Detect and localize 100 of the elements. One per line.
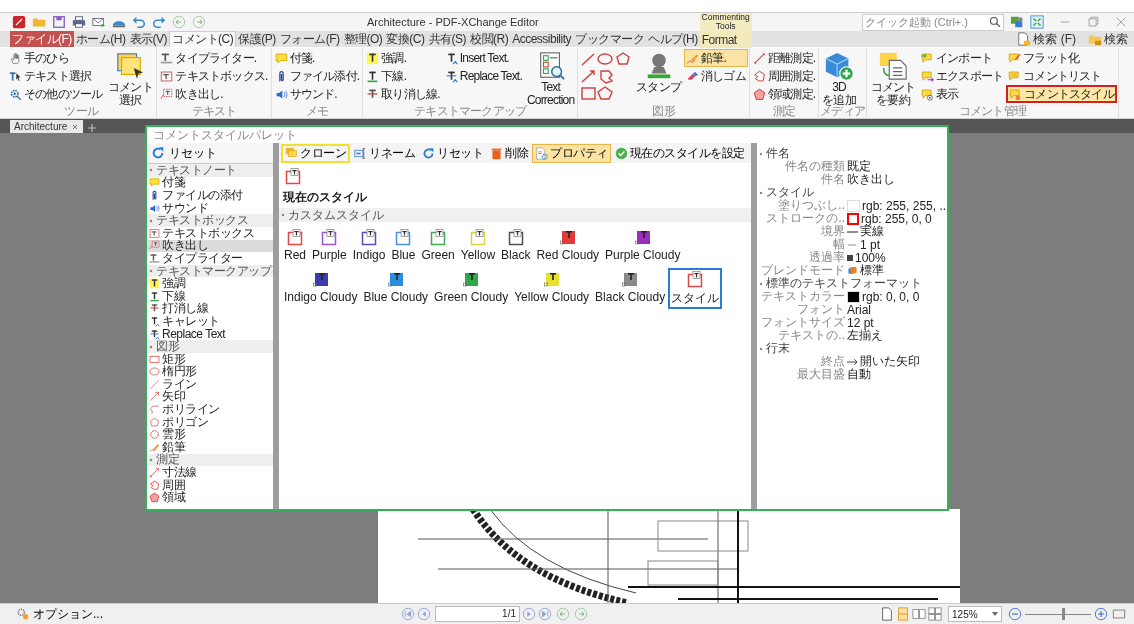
toolbar-button[interactable]: リセット xyxy=(419,143,486,163)
menu-tab[interactable]: フォーム(F) xyxy=(277,31,342,47)
redo-icon[interactable] xyxy=(152,15,166,29)
style-item[interactable]: Indigo xyxy=(349,226,389,264)
facing-continuous-icon[interactable] xyxy=(928,607,942,621)
save-icon[interactable] xyxy=(52,15,66,29)
maximize-icon[interactable] xyxy=(1086,15,1100,29)
tree-item[interactable]: 矩形 xyxy=(147,352,273,366)
menu-tab[interactable]: 校閲(R) xyxy=(468,31,511,47)
ribbon-button[interactable]: 距離測定. xyxy=(750,49,818,67)
ribbon-button[interactable]: コメント選択 xyxy=(105,49,156,105)
property-section-header[interactable]: スタイル xyxy=(757,186,947,199)
style-item[interactable]: Black Cloudy xyxy=(592,268,669,309)
style-item[interactable]: Yellow Cloudy xyxy=(511,268,593,309)
menu-tab[interactable]: Format xyxy=(699,32,752,48)
style-item[interactable]: Yellow xyxy=(457,226,499,264)
ribbon-button[interactable]: タイプライター. xyxy=(158,49,270,67)
style-item[interactable]: スタイル xyxy=(668,268,723,309)
tree-item[interactable]: タイプライター xyxy=(147,252,273,265)
tree-item[interactable]: 強調 xyxy=(147,277,273,290)
print-icon[interactable] xyxy=(72,15,86,29)
ribbon-button[interactable]: テキストボックス. xyxy=(158,67,270,85)
menu-tab[interactable]: Accessibility xyxy=(510,31,574,47)
tree-item[interactable]: 吹き出し xyxy=(147,239,273,253)
options-button[interactable]: オプション... xyxy=(10,604,109,624)
back-icon[interactable] xyxy=(172,15,186,29)
expander-icon[interactable] xyxy=(281,213,285,217)
ribbon-button[interactable]: インポート xyxy=(919,49,1006,67)
page-number-field[interactable]: 1/1 xyxy=(435,606,520,622)
tree-item[interactable]: 楕円形 xyxy=(147,365,273,379)
search-button[interactable]: 検索 (F) xyxy=(1011,31,1082,47)
ribbon-button[interactable]: 領域測定. xyxy=(750,85,818,103)
panel-icon[interactable] xyxy=(1112,607,1126,621)
tree-item[interactable]: 下線 xyxy=(147,289,273,303)
ribbon-button[interactable]: 3D を追加 xyxy=(820,49,858,105)
ribbon-button[interactable]: エクスポート xyxy=(919,67,1006,85)
prev-page-icon[interactable] xyxy=(417,607,431,621)
facing-pages-icon[interactable] xyxy=(912,607,926,621)
single-page-icon[interactable] xyxy=(880,607,894,621)
color-swatch[interactable] xyxy=(847,212,859,225)
app-logo-icon[interactable] xyxy=(12,15,26,29)
toolbar-button[interactable]: リネーム xyxy=(351,143,418,163)
ribbon-button[interactable]: 周囲測定. xyxy=(750,67,818,85)
search-button[interactable]: 検索 xyxy=(1082,31,1134,47)
undo-icon[interactable] xyxy=(132,15,146,29)
tree-item[interactable]: 打消し線 xyxy=(147,302,273,316)
toolbar-button[interactable]: プロパティ xyxy=(532,143,611,163)
ribbon-button[interactable]: フラット化 xyxy=(1006,49,1117,67)
style-item[interactable]: Blue xyxy=(388,226,419,264)
tree-item[interactable]: 寸法線 xyxy=(147,466,273,479)
close-icon[interactable] xyxy=(1114,15,1128,29)
style-item[interactable]: Red xyxy=(281,226,309,264)
style-item[interactable]: Green xyxy=(418,226,458,264)
ribbon-button[interactable]: 消しゴム xyxy=(684,67,748,85)
tree-item[interactable]: 領域 xyxy=(147,491,273,505)
ribbon-button[interactable]: 強調. xyxy=(364,49,442,67)
property-section-header[interactable]: 標準のテキストフォーマット xyxy=(757,277,947,290)
quick-launch-field[interactable]: クイック起動 (Ctrl+.) xyxy=(862,13,1004,31)
menu-tab[interactable]: ヘルプ(H) xyxy=(646,31,700,47)
tree-section-header[interactable]: 測定 xyxy=(147,453,273,467)
zoom-in-icon[interactable] xyxy=(1094,607,1108,621)
theme-icon[interactable] xyxy=(1010,15,1024,29)
last-page-icon[interactable] xyxy=(538,607,552,621)
add-tab-icon[interactable] xyxy=(87,123,98,133)
tree-item[interactable]: ポリライン xyxy=(147,403,273,416)
property-section-header[interactable]: 件名 xyxy=(757,147,947,160)
close-icon[interactable] xyxy=(71,122,80,131)
zoom-out-icon[interactable] xyxy=(1008,607,1022,621)
continuous-pages-icon[interactable] xyxy=(896,607,910,621)
tree-item[interactable]: 付箋 xyxy=(147,176,273,190)
document-tab[interactable]: Architecture xyxy=(10,120,84,133)
tree-item[interactable]: テキストボックス xyxy=(147,226,273,240)
ribbon-button[interactable]: コメントスタイル xyxy=(1006,85,1117,103)
first-page-icon[interactable] xyxy=(401,607,415,621)
ribbon-button[interactable]: その他のツール xyxy=(7,85,105,103)
mail-icon[interactable] xyxy=(92,15,106,29)
toolbar-button[interactable]: 削除 xyxy=(487,143,531,163)
menu-tab[interactable]: ブックマーク xyxy=(573,31,647,47)
ribbon-button[interactable]: サウンド. xyxy=(272,85,362,103)
style-item[interactable]: Black xyxy=(498,226,534,264)
property-section-header[interactable]: 行末 xyxy=(757,342,947,355)
ribbon-button[interactable]: 表示 xyxy=(919,85,1006,103)
ribbon-button[interactable]: ファイル添付. xyxy=(272,67,362,85)
next-page-icon[interactable] xyxy=(522,607,536,621)
style-icon[interactable] xyxy=(283,167,303,185)
ribbon-button[interactable]: Text Correction xyxy=(524,49,577,105)
style-item[interactable]: Purple Cloudy xyxy=(602,226,684,264)
style-item[interactable]: Purple xyxy=(309,226,350,264)
menu-tab[interactable]: ホーム(H) xyxy=(73,31,128,47)
menu-tab[interactable]: 共有(S) xyxy=(426,31,468,47)
toolbar-button[interactable]: 現在のスタイルを設定 xyxy=(611,143,748,163)
menu-tab[interactable]: 整理(O) xyxy=(341,31,385,47)
fullscreen-icon[interactable] xyxy=(1030,15,1044,29)
forward-icon[interactable] xyxy=(192,15,206,29)
tree-item[interactable]: 鉛筆 xyxy=(147,441,273,454)
slider-thumb[interactable] xyxy=(1061,608,1065,620)
ribbon-button[interactable]: 付箋. xyxy=(272,49,362,67)
tree-item[interactable]: キャレット xyxy=(147,315,273,328)
menu-tab[interactable]: 表示(V) xyxy=(127,31,169,47)
ribbon-button[interactable]: Replace Text. xyxy=(442,67,524,85)
